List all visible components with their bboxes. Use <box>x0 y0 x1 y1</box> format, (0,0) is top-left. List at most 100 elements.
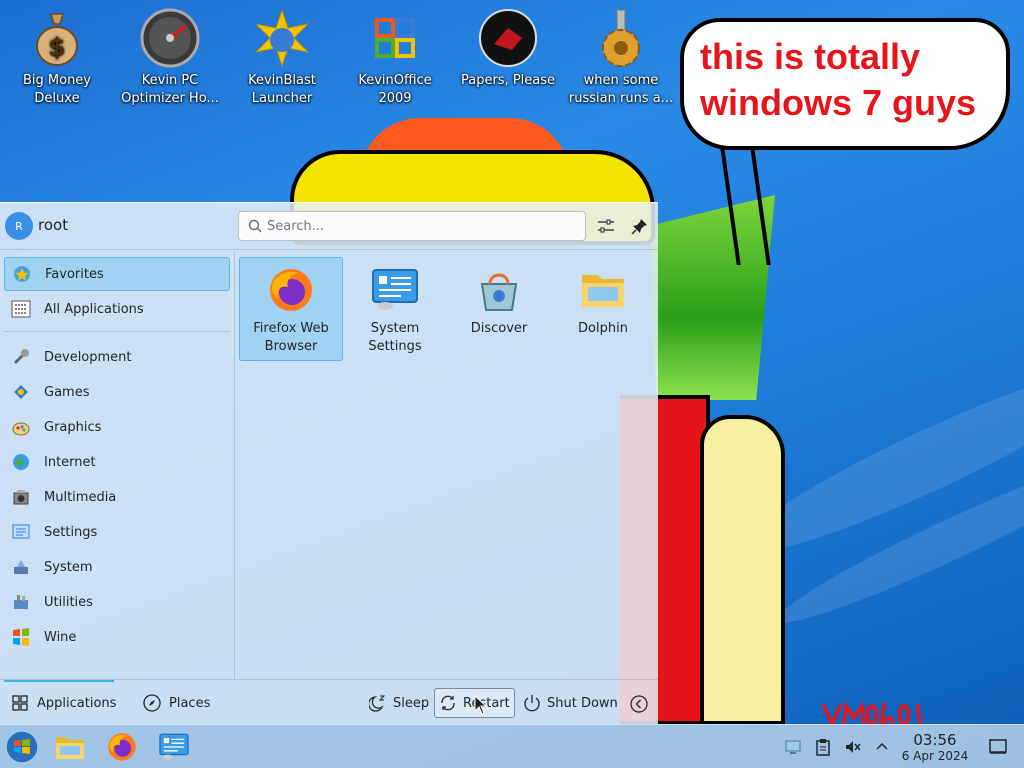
favorite-label: Firefox Web Browser <box>253 321 329 354</box>
folder-icon <box>56 737 84 759</box>
money-bag-icon: $ <box>27 8 87 68</box>
tab-applications[interactable]: Applications <box>11 690 116 716</box>
sun-star-icon <box>252 8 312 68</box>
sidebar-item-label: Multimedia <box>44 489 117 505</box>
windows-orb-icon <box>5 730 39 764</box>
sidebar-item-development[interactable]: Development <box>4 340 230 374</box>
system-settings-icon <box>159 733 189 760</box>
sleep-label: Sleep <box>393 695 430 711</box>
speech-bubble-text: this is totally windows 7 guys <box>700 36 977 123</box>
games-icon <box>10 381 32 403</box>
desktop-icon-label: KevinOffice 2009 <box>358 73 432 106</box>
sidebar-item-games[interactable]: Games <box>4 375 230 409</box>
desktop-icon-label: when some russian runs a... <box>568 73 674 106</box>
favorite-discover[interactable]: Discover <box>447 257 551 361</box>
favorite-system-settings[interactable]: System Settings <box>343 257 447 361</box>
sidebar-item-all-applications[interactable]: All Applications <box>4 292 230 326</box>
favorite-label: System Settings <box>368 321 422 354</box>
sidebar-divider <box>4 331 230 332</box>
utilities-icon <box>10 591 32 613</box>
tab-label: Places <box>169 695 211 711</box>
sidebar-item-favorites[interactable]: Favorites <box>4 257 230 291</box>
launcher-footer: Applications Places Sleep Restart Shut D… <box>0 679 658 725</box>
compass-icon <box>143 694 161 712</box>
clock-time: 03:56 <box>913 731 957 749</box>
search-icon <box>248 219 262 233</box>
desktop-icon-label: KevinBlast Launcher <box>248 73 316 106</box>
firefox-icon <box>267 266 315 314</box>
sidebar-item-utilities[interactable]: Utilities <box>4 585 230 619</box>
restart-icon <box>439 694 457 712</box>
gear-icon <box>591 8 651 68</box>
digital-clock[interactable]: 03:56 6 Apr 2024 <box>890 731 980 763</box>
sidebar-item-label: Settings <box>44 524 98 540</box>
sidebar-item-label: Wine <box>44 629 77 645</box>
desktop-icon-russian[interactable]: when some russian runs a... <box>566 8 676 108</box>
sidebar-item-system[interactable]: System <box>4 550 230 584</box>
svg-text:$: $ <box>49 33 66 61</box>
desktop-icon-kevinblast[interactable]: KevinBlast Launcher <box>227 8 337 108</box>
taskbar: 03:56 6 Apr 2024 <box>0 724 1024 768</box>
desktop-icon-kevin-pc-optimizer[interactable]: Kevin PC Optimizer Ho... <box>115 8 225 108</box>
favorite-label: Discover <box>470 321 528 336</box>
avatar[interactable]: R <box>5 212 33 240</box>
tab-places[interactable]: Places <box>143 690 210 716</box>
star-icon <box>11 263 33 285</box>
chevron-up-icon <box>876 742 888 750</box>
clock-date: 6 Apr 2024 <box>901 749 969 763</box>
firefox-icon <box>108 733 136 761</box>
application-launcher: R root Favorites All Applications Develo… <box>0 202 658 724</box>
sidebar-item-multimedia[interactable]: Multimedia <box>4 480 230 514</box>
sleep-button[interactable]: Sleep <box>364 688 434 718</box>
multimedia-icon <box>10 486 32 508</box>
wine-icon <box>10 626 32 648</box>
sleep-icon <box>369 694 387 712</box>
sidebar-item-label: System <box>44 559 93 575</box>
sidebar-item-label: Internet <box>44 454 96 470</box>
desktop-icon-papers-please[interactable]: Papers, Please <box>453 8 563 90</box>
tray-clipboard[interactable] <box>813 737 833 757</box>
desktop-icon-label: Big Money Deluxe <box>22 73 91 106</box>
sliders-icon <box>598 219 614 233</box>
taskbar-dolphin[interactable] <box>52 730 88 764</box>
graphics-icon <box>10 416 32 438</box>
papers-please-icon <box>478 8 538 68</box>
character-arm <box>700 415 785 725</box>
sidebar-item-settings[interactable]: Settings <box>4 515 230 549</box>
chevron-left-icon[interactable] <box>629 694 649 714</box>
show-desktop-button[interactable] <box>988 737 1008 757</box>
taskbar-firefox[interactable] <box>104 730 140 764</box>
search-input[interactable] <box>267 212 577 240</box>
desktop-icon-label: Kevin PC Optimizer Ho... <box>121 73 219 106</box>
tray-expand[interactable] <box>872 737 892 757</box>
favorite-dolphin[interactable]: Dolphin <box>551 257 655 361</box>
network-icon <box>785 740 801 754</box>
sidebar-item-label: Games <box>44 384 90 400</box>
tray-volume[interactable] <box>843 737 863 757</box>
internet-icon <box>10 451 32 473</box>
desktop-icon-kevinoffice[interactable]: KevinOffice 2009 <box>340 8 450 108</box>
tray-network[interactable] <box>783 737 803 757</box>
clipboard-icon <box>816 739 830 756</box>
system-settings-icon <box>371 266 419 314</box>
favorites-grid: Firefox Web Browser System Settings Disc… <box>236 251 658 679</box>
search-box[interactable] <box>238 211 586 241</box>
mouse-cursor-icon <box>474 695 488 715</box>
sidebar-item-label: Graphics <box>44 419 102 435</box>
sidebar-item-label: Favorites <box>45 266 104 282</box>
tab-label: Applications <box>37 695 117 711</box>
sidebar-item-internet[interactable]: Internet <box>4 445 230 479</box>
favorite-label: Dolphin <box>578 321 628 336</box>
sidebar-item-label: Development <box>44 349 132 365</box>
start-button[interactable] <box>4 730 40 764</box>
favorite-firefox[interactable]: Firefox Web Browser <box>239 257 343 361</box>
sidebar-item-wine[interactable]: Wine <box>4 620 230 654</box>
desktop-icon-label: Papers, Please <box>460 73 556 88</box>
taskbar-system-settings[interactable] <box>156 730 192 764</box>
desktop-icon-big-money[interactable]: $ Big Money Deluxe <box>2 8 112 108</box>
sidebar-item-graphics[interactable]: Graphics <box>4 410 230 444</box>
configure-button[interactable] <box>594 214 618 238</box>
settings-icon <box>10 521 32 543</box>
pin-button[interactable] <box>628 214 652 238</box>
shutdown-button[interactable]: Shut Down <box>518 688 623 718</box>
